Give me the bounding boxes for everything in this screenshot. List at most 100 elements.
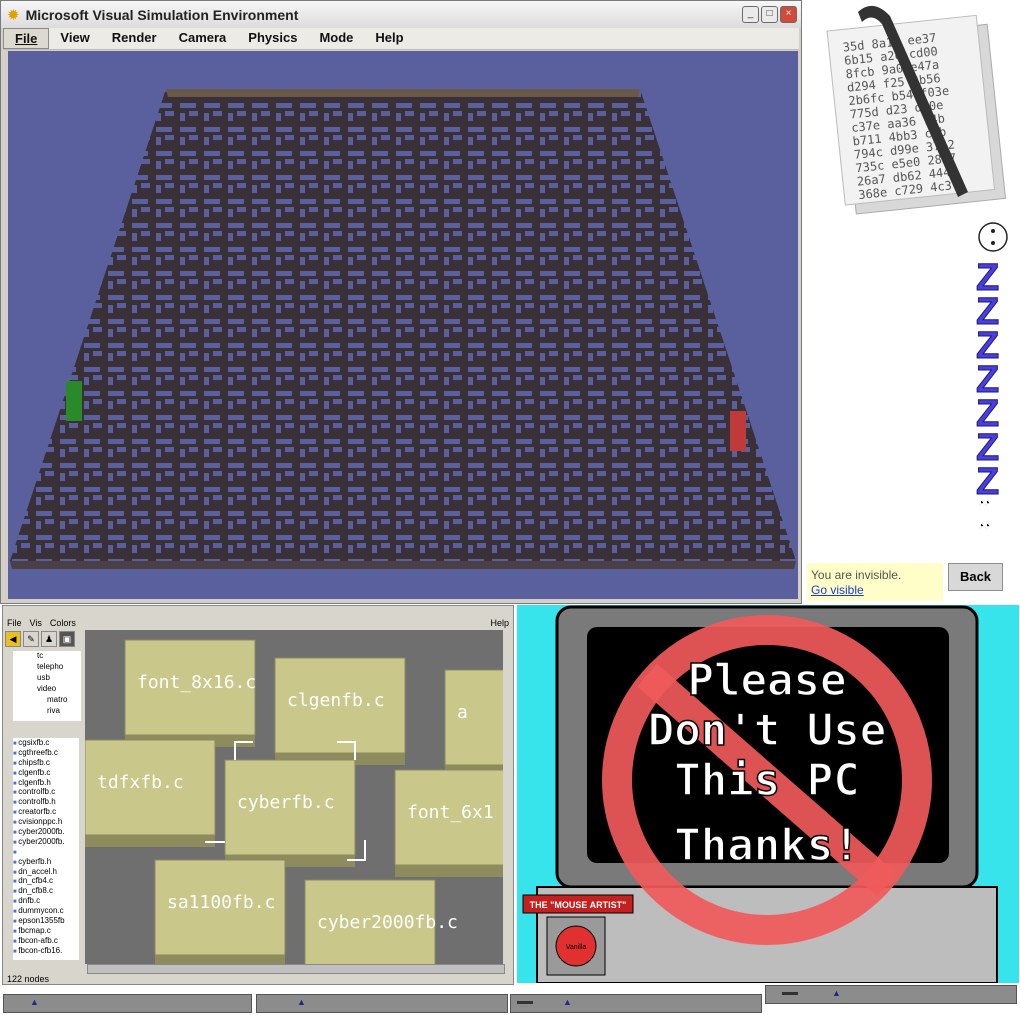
file-list-item[interactable]: cyber2000fb. xyxy=(13,837,79,847)
file-list-item[interactable]: cyberfb.h xyxy=(13,857,79,867)
tree-node[interactable]: usb xyxy=(13,673,81,684)
file-block[interactable]: cyber2000fb.c xyxy=(304,879,458,964)
file-list-item[interactable]: controlfb.c xyxy=(13,787,79,797)
taskbar-item[interactable]: ▲ xyxy=(765,985,1017,1004)
file-block-label: font_8x16.c xyxy=(137,672,256,693)
file-block[interactable]: font_6x1 xyxy=(394,769,503,877)
3d-viewport[interactable] xyxy=(8,51,798,599)
file-block-label: cyber2000fb.c xyxy=(317,912,458,933)
back-icon[interactable]: ◀ xyxy=(5,631,21,647)
maximize-button[interactable]: □ xyxy=(761,6,778,23)
taskbar-item[interactable]: ▲ xyxy=(256,994,508,1013)
fsv-toolbar: ◀ ✎ ♟ ▣ xyxy=(5,631,75,647)
file-list-item[interactable]: cvisionppc.h xyxy=(13,817,79,827)
file-block[interactable]: cyberfb.c xyxy=(224,759,356,867)
visibility-status: You are invisible. xyxy=(811,568,902,582)
file-block-label: cyberfb.c xyxy=(237,792,335,813)
sun-app-icon: ✹ xyxy=(7,6,20,24)
3d-file-view[interactable]: font_8x16.c clgenfb.c a tdfxfb.c cyberfb… xyxy=(85,630,503,964)
svg-text:◔◔: ◔◔ xyxy=(978,521,990,532)
file-list-item[interactable]: fbcon-cfb16. xyxy=(13,946,79,956)
simulation-window: ✹ Microsoft Visual Simulation Environmen… xyxy=(0,0,802,604)
svg-text:◔◔: ◔◔ xyxy=(978,498,990,509)
file-list-item[interactable]: cyber2000fb. xyxy=(13,827,79,837)
file-list-item[interactable]: dummycon.c xyxy=(13,906,79,916)
tree-node[interactable]: riva xyxy=(13,706,81,717)
file-block[interactable]: sa1100fb.c xyxy=(154,859,286,964)
go-visible-link[interactable]: Go visible xyxy=(811,583,864,597)
goal-marker xyxy=(730,411,746,451)
menu-camera[interactable]: Camera xyxy=(168,28,238,49)
file-list-item[interactable]: cgthreefb.c xyxy=(13,748,79,758)
menu-help[interactable]: Help xyxy=(364,28,414,49)
file-list-item[interactable]: dn_cfb8.c xyxy=(13,886,79,896)
close-button[interactable]: × xyxy=(780,6,797,23)
file-list-item[interactable]: dn_accel.h xyxy=(13,867,79,877)
fsv-menu-file[interactable]: File xyxy=(3,618,26,630)
fsv-menu-vis[interactable]: Vis xyxy=(26,618,46,630)
file-list-item[interactable]: clgenfb.c xyxy=(13,768,79,778)
menu-file[interactable]: File xyxy=(3,28,50,49)
file-list-item[interactable]: creatorfb.c xyxy=(13,807,79,817)
file-list-item[interactable]: dn_cfb4.c xyxy=(13,876,79,886)
node-count: 122 nodes xyxy=(7,974,50,984)
file-block[interactable]: a xyxy=(444,669,503,777)
svg-text:Vanilla: Vanilla xyxy=(566,944,587,951)
file-list-item[interactable] xyxy=(13,847,79,857)
z-letter-icon: Z xyxy=(976,461,999,503)
fsv-menu-bar: File Vis Colors xyxy=(3,618,513,630)
sign-text-line: Don't Use xyxy=(648,705,886,756)
file-block[interactable]: tdfxfb.c xyxy=(85,739,216,847)
file-block[interactable]: clgenfb.c xyxy=(274,657,406,765)
tree-node[interactable]: tc xyxy=(13,651,81,662)
app-icon: ▲ xyxy=(30,997,39,1007)
fsv-menu-colors[interactable]: Colors xyxy=(46,618,80,630)
start-marker xyxy=(66,381,82,421)
person-icon[interactable]: ♟ xyxy=(41,631,57,647)
file-block-label: font_6x1 xyxy=(407,802,494,823)
menu-mode[interactable]: Mode xyxy=(308,28,364,49)
title-bar[interactable]: ✹ Microsoft Visual Simulation Environmen… xyxy=(1,1,801,28)
maze-render xyxy=(10,89,796,569)
sign-text-line: Please xyxy=(688,655,847,706)
camera-icon[interactable]: ▣ xyxy=(59,631,75,647)
tree-node[interactable]: matro xyxy=(13,695,81,706)
menu-render[interactable]: Render xyxy=(101,28,168,49)
taskbar-item[interactable]: ▲ xyxy=(510,994,762,1013)
visibility-panel: You are invisible. Go visible xyxy=(807,563,943,601)
file-list-item[interactable]: epson1355fb xyxy=(13,916,79,926)
file-block[interactable]: font_8x16.c xyxy=(124,639,256,747)
file-block-label: tdfxfb.c xyxy=(97,772,184,793)
app-icon: ▲ xyxy=(832,988,841,998)
tree-node[interactable]: telepho xyxy=(13,662,81,673)
file-list-item[interactable]: controlfb.h xyxy=(13,797,79,807)
minimize-button[interactable]: _ xyxy=(742,6,759,23)
file-list-item[interactable]: dnfb.c xyxy=(13,896,79,906)
file-list-item[interactable]: fbcmap.c xyxy=(13,926,79,936)
svg-text:THE "MOUSE ARTIST": THE "MOUSE ARTIST" xyxy=(530,900,627,910)
file-list-item[interactable]: cgsixfb.c xyxy=(13,738,79,748)
back-button[interactable]: Back xyxy=(948,563,1003,591)
menu-physics[interactable]: Physics xyxy=(237,28,308,49)
file-list-item[interactable]: fbcon-afb.c xyxy=(13,936,79,946)
sign-text-line: This PC xyxy=(674,755,859,806)
z-letters-stack: ZZZZZZZ ◔◔ ◔◔ xyxy=(976,222,1008,532)
menu-view[interactable]: View xyxy=(49,28,100,49)
file-visualizer-window: File Vis Colors Help ◀ ✎ ♟ ▣ tc telepho us… xyxy=(2,605,514,985)
crowbar-paper-icon: 35d 8a10 ee376b15 a2e cd008fcb 9a0 e47ad… xyxy=(826,5,1007,215)
directory-tree[interactable]: tc telepho usb video matro riva xyxy=(13,651,81,721)
file-list[interactable]: cgsixfb.ccgthreefb.cchipsfb.cclgenfb.ccl… xyxy=(13,738,79,960)
window-title: Microsoft Visual Simulation Environment xyxy=(25,6,299,23)
horizontal-scrollbar[interactable] xyxy=(87,964,505,974)
dont-use-pc-sign: Please Don't Use This PC Thanks! THE "MOUSE… xyxy=(517,605,1019,983)
file-block-label: clgenfb.c xyxy=(287,690,385,711)
file-block-label: a xyxy=(457,702,468,723)
fsv-menu-help[interactable]: Help xyxy=(490,618,509,628)
app-icon: ▲ xyxy=(297,997,306,1007)
file-list-item[interactable]: clgenfb.h xyxy=(13,778,79,788)
tree-node[interactable]: video xyxy=(13,684,81,695)
sign-text-line: Thanks! xyxy=(674,820,859,871)
taskbar-item[interactable]: ▲ xyxy=(3,994,252,1013)
pencil-icon[interactable]: ✎ xyxy=(23,631,39,647)
file-list-item[interactable]: chipsfb.c xyxy=(13,758,79,768)
